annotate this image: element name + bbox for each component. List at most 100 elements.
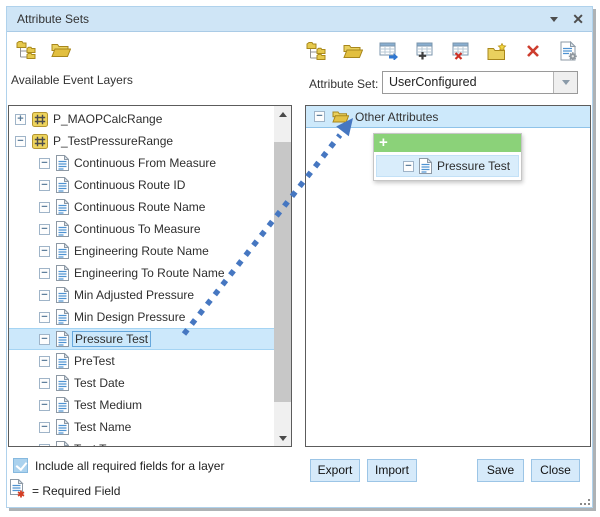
toolbar-button-folder-open[interactable] (342, 41, 363, 61)
tree-item-engineering-route-name[interactable]: − Engineering Route Name (9, 240, 274, 262)
combobox-dropdown-button[interactable] (553, 72, 577, 93)
tree-item-label: Continuous From Measure (74, 156, 216, 170)
available-layers-tree-panel: +P_MAOPCalcRange−P_TestPressureRange−Con… (8, 105, 292, 447)
save-button[interactable]: Save (477, 459, 524, 482)
tree-item-label: PreTest (74, 354, 115, 368)
tree-item-label: Test Date (74, 376, 125, 390)
collapse-button[interactable] (548, 13, 560, 25)
tree-item-test-date[interactable]: − Test Date (9, 372, 274, 394)
tree-expander[interactable]: − (39, 224, 50, 235)
tree-expander[interactable]: − (39, 444, 50, 448)
delete-x-icon (525, 43, 541, 59)
attribute-set-combobox[interactable]: UserConfigured (382, 71, 578, 94)
field-icon (56, 309, 69, 325)
tree-item-label: P_TestPressureRange (53, 134, 173, 148)
tree-item-label: Engineering Route Name (74, 244, 209, 258)
dialog-title: Attribute Sets (17, 7, 89, 31)
tree-expander[interactable]: − (39, 312, 50, 323)
window-controls: ✕ (548, 7, 584, 31)
tree-item-label: Continuous Route Name (74, 200, 205, 214)
tree-expander[interactable]: − (39, 268, 50, 279)
tree-expander[interactable]: − (39, 202, 50, 213)
resize-grip-icon[interactable] (579, 494, 591, 506)
scrollbar-up-button[interactable] (274, 106, 291, 122)
field-icon (56, 353, 69, 369)
tree-item-pressure-test[interactable]: − Pressure Test (9, 328, 274, 350)
close-dialog-button[interactable]: Close (531, 459, 580, 482)
tree-item-continuous-route-name[interactable]: − Continuous Route Name (9, 196, 274, 218)
field-icon (419, 158, 432, 174)
titlebar[interactable]: Attribute Sets ✕ (7, 7, 592, 32)
tree-expander[interactable]: − (39, 180, 50, 191)
available-event-layers-label: Available Event Layers (11, 73, 133, 87)
required-field-legend: = Required Field (32, 484, 120, 498)
export-button[interactable]: Export (310, 459, 360, 482)
attribute-sets-dialog: Attribute Sets ✕ Available Event Layers … (6, 6, 593, 508)
toolbar-button-table-add[interactable] (414, 41, 435, 61)
tree-item-continuous-to-measure[interactable]: −Continuous To Measure (9, 218, 274, 240)
other-attributes-group-row[interactable]: − Other Attributes (306, 106, 590, 128)
tree-item-min-design-pressure[interactable]: − Min Design Pressure (9, 306, 274, 328)
tree-expander[interactable]: − (39, 334, 50, 345)
right-toolbar (306, 41, 579, 61)
tree-expander[interactable]: + (15, 114, 26, 125)
toolbar-button-folder-update[interactable] (486, 41, 507, 61)
tree-item-test-medium[interactable]: −Test Medium (9, 394, 274, 416)
toolbar-button-delete-x[interactable] (522, 41, 543, 61)
tree-item-continuous-from-measure[interactable]: − Continuous From Measure (9, 152, 274, 174)
tree-expander[interactable]: − (39, 378, 50, 389)
plus-icon: + (379, 134, 388, 152)
field-icon (56, 375, 69, 391)
scrollbar-down-button[interactable] (274, 430, 291, 446)
tree-rows: +P_MAOPCalcRange−P_TestPressureRange−Con… (9, 108, 274, 447)
tree-item-label: Min Design Pressure (74, 310, 185, 324)
tree-item-p-maopcalcrange[interactable]: + P_MAOPCalcRange (9, 108, 274, 130)
attribute-set-label: Attribute Set: (309, 77, 378, 91)
tree-expander[interactable]: − (39, 356, 50, 367)
caret-down-icon (562, 80, 570, 85)
toolbar-button-table-remove[interactable] (450, 41, 471, 61)
field-icon (56, 177, 69, 193)
tree-expander[interactable]: − (39, 158, 50, 169)
tree-item-pretest[interactable]: − PreTest (9, 350, 274, 372)
folder-update-icon (487, 43, 507, 60)
tree-item-test-type[interactable]: −Test Type (9, 438, 274, 447)
layer-tree-icon (306, 42, 327, 61)
tree-item-test-name[interactable]: −Test Name (9, 416, 274, 438)
tree-scrollbar[interactable] (274, 106, 291, 446)
table-remove-icon (451, 42, 471, 60)
tree-item-label: P_MAOPCalcRange (53, 112, 162, 126)
toolbar-button-report-settings[interactable] (558, 41, 579, 61)
field-icon (56, 331, 69, 347)
group-label: Other Attributes (355, 110, 438, 124)
include-required-fields-checkbox[interactable] (13, 458, 28, 473)
import-button[interactable]: Import (367, 459, 417, 482)
tree-item-label: Pressure Test (72, 331, 151, 347)
tree-expander[interactable]: − (39, 400, 50, 411)
caret-up-icon (279, 112, 287, 117)
field-icon (56, 397, 69, 413)
tree-expander[interactable]: − (15, 136, 26, 147)
tree-item-continuous-route-id[interactable]: −Continuous Route ID (9, 174, 274, 196)
tree-expander[interactable]: − (39, 422, 50, 433)
scrollbar-thumb[interactable] (274, 142, 291, 402)
tree-item-engineering-to-route-name[interactable]: − Engineering To Route Name (9, 262, 274, 284)
toolbar-button-table-arrow[interactable] (378, 41, 399, 61)
left-toolbar (16, 40, 71, 60)
toolbar-button-folder-open[interactable] (50, 40, 71, 60)
tree-item-p-testpressurerange[interactable]: − P_TestPressureRange (9, 130, 274, 152)
close-button[interactable]: ✕ (572, 12, 584, 26)
ghost-expander: − (403, 161, 414, 172)
group-expander[interactable]: − (314, 111, 325, 122)
ghost-item-row: − Pressure Test (376, 155, 519, 177)
tree-expander[interactable]: − (39, 246, 50, 257)
ghost-item-label: Pressure Test (437, 159, 510, 173)
table-arrow-icon (379, 42, 399, 60)
attribute-set-panel: − Other Attributes + − Pressure Test (305, 105, 591, 447)
tree-item-min-adjusted-pressure[interactable]: − Min Adjusted Pressure (9, 284, 274, 306)
tree-expander[interactable]: − (39, 290, 50, 301)
tree-item-label: Engineering To Route Name (74, 266, 225, 280)
toolbar-button-layer-tree[interactable] (16, 40, 37, 60)
toolbar-button-layer-tree[interactable] (306, 41, 327, 61)
tree-item-label: Min Adjusted Pressure (74, 288, 194, 302)
